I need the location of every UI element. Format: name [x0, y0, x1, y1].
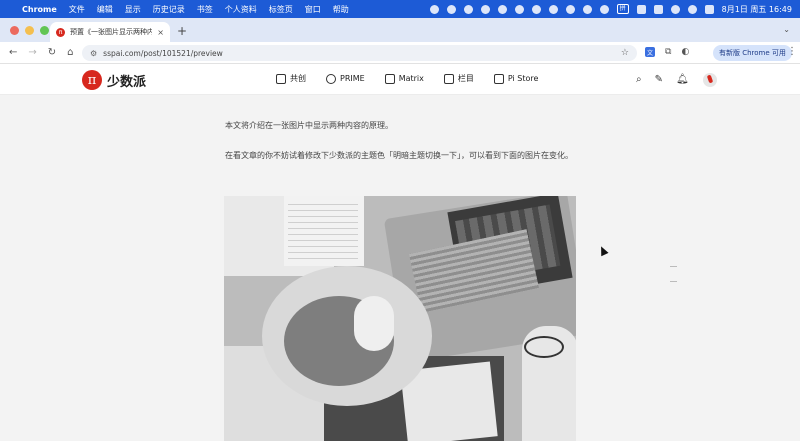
- book-icon: [443, 73, 454, 84]
- macos-menu-bar: Chrome 文件 编辑 显示 历史记录 书签 个人资料 标签页 窗口 帮助 拼…: [0, 0, 800, 18]
- spotlight-search-icon[interactable]: [687, 4, 697, 14]
- reload-icon[interactable]: ↻: [48, 47, 56, 58]
- close-tab-icon[interactable]: ×: [157, 28, 164, 37]
- browser-tab-strip: π 预置《一张图片显示两种内容的原理》 × + ⌄: [0, 18, 800, 42]
- matrix-cube-icon: [384, 73, 395, 84]
- article-paragraph-2: 在看文章的你不妨试着修改下少数派的主题色「明暗主题切换一下」，可以看到下面的图片…: [225, 151, 573, 160]
- scroll-indicator: [670, 281, 677, 282]
- scroll-indicator: [670, 266, 677, 267]
- extensions-puzzle-icon[interactable]: ⧉: [665, 47, 671, 57]
- chrome-menu-kebab-icon[interactable]: ⋮: [787, 46, 797, 57]
- menu-edit[interactable]: 编辑: [97, 4, 113, 15]
- tab-title: 预置《一张图片显示两种内容的原理》: [70, 28, 153, 36]
- address-bar[interactable]: ⚙ sspai.com/post/101521/preview ☆: [82, 45, 637, 61]
- close-window-button[interactable]: [10, 26, 19, 35]
- menu-history[interactable]: 历史记录: [153, 4, 185, 15]
- minimize-window-button[interactable]: [25, 26, 34, 35]
- nav-item-columns[interactable]: 栏目: [443, 73, 474, 84]
- wifi-icon[interactable]: [670, 4, 680, 14]
- emoji-status-icon[interactable]: [599, 4, 609, 14]
- record-status-icon[interactable]: [429, 4, 439, 14]
- sspai-logo[interactable]: π 少数派: [82, 70, 146, 90]
- profile-icon[interactable]: ◐: [681, 47, 689, 57]
- nav-item-pi-store[interactable]: Pi Store: [493, 73, 539, 84]
- new-tab-icon[interactable]: +: [177, 24, 187, 38]
- avatar[interactable]: [703, 73, 717, 87]
- back-arrow-icon[interactable]: ←: [9, 47, 17, 58]
- article-paragraph-1: 本文将介绍在一张图片中显示两种内容的原理。: [225, 121, 393, 130]
- nav-item-prime[interactable]: PRIME: [326, 73, 365, 84]
- nav-label: Pi Store: [507, 74, 539, 83]
- window-controls: [10, 26, 49, 35]
- site-info-icon[interactable]: ⚙: [90, 49, 97, 58]
- browser-toolbar: ← → ↻ ⌂ ⚙ sspai.com/post/101521/preview …: [0, 42, 800, 64]
- mouse-cursor: [597, 244, 609, 257]
- article-image: [224, 196, 576, 441]
- menu-tab[interactable]: 标签页: [269, 4, 293, 15]
- menu-profiles[interactable]: 个人资料: [225, 4, 257, 15]
- notification-status-icon[interactable]: [446, 4, 456, 14]
- menu-window[interactable]: 窗口: [305, 4, 321, 15]
- menubar-clock[interactable]: 8月1日 周五 16:49: [722, 4, 792, 15]
- menu-help[interactable]: 帮助: [333, 4, 349, 15]
- play-status-icon[interactable]: [582, 4, 592, 14]
- search-icon[interactable]: ⌕: [636, 74, 642, 85]
- prime-icon: [326, 73, 336, 84]
- bookmark-star-icon[interactable]: ☆: [621, 48, 629, 58]
- forward-arrow-icon[interactable]: →: [28, 47, 36, 58]
- app-menu-chrome[interactable]: Chrome: [22, 5, 57, 14]
- search-status-icon[interactable]: [514, 4, 524, 14]
- wechat-status-icon[interactable]: [497, 4, 507, 14]
- bell-icon[interactable]: 🔔︎: [676, 74, 689, 85]
- nav-label: Matrix: [398, 74, 424, 83]
- logo-pi-mark: π: [82, 70, 102, 90]
- store-icon: [493, 73, 504, 84]
- tab-search-chevron-icon[interactable]: ⌄: [783, 25, 790, 34]
- nav-label: PRIME: [340, 74, 365, 83]
- nav-label: 共创: [290, 74, 306, 83]
- battery-icon[interactable]: [653, 4, 663, 14]
- pause-status-icon[interactable]: [565, 4, 575, 14]
- sspai-favicon: π: [56, 27, 65, 37]
- clock-status-icon[interactable]: [531, 4, 541, 14]
- nav-label: 栏目: [457, 74, 474, 83]
- menu-file[interactable]: 文件: [69, 4, 85, 15]
- info-status-icon[interactable]: [548, 4, 558, 14]
- input-method-indicator[interactable]: 拼: [616, 4, 629, 14]
- site-nav: 共创 PRIME Matrix 栏目 Pi Store: [276, 73, 538, 84]
- control-center-icon[interactable]: [704, 4, 714, 14]
- write-pen-icon[interactable]: ✎: [655, 74, 663, 85]
- zoom-window-button[interactable]: [40, 26, 49, 35]
- site-header: π 少数派 共创 PRIME Matrix 栏目 Pi Store ⌕ ✎ 🔔︎: [0, 64, 800, 95]
- chrome-update-button[interactable]: 有新版 Chrome 可用: [713, 45, 792, 61]
- sync-status-icon[interactable]: [480, 4, 490, 14]
- active-tab[interactable]: π 预置《一张图片显示两种内容的原理》 ×: [50, 22, 170, 42]
- translate-extension-icon[interactable]: 文: [645, 47, 655, 57]
- menu-bookmarks[interactable]: 书签: [197, 4, 213, 15]
- cat-status-icon[interactable]: [463, 4, 473, 14]
- nav-item-matrix[interactable]: Matrix: [384, 73, 424, 84]
- url-text[interactable]: sspai.com/post/101521/preview: [103, 49, 223, 58]
- logo-name: 少数派: [107, 74, 147, 90]
- menu-view[interactable]: 显示: [125, 4, 141, 15]
- cocreate-icon: [276, 73, 286, 84]
- home-icon[interactable]: ⌂: [67, 47, 73, 58]
- nav-item-cocreate[interactable]: 共创: [276, 73, 306, 84]
- bluetooth-icon[interactable]: [636, 4, 646, 14]
